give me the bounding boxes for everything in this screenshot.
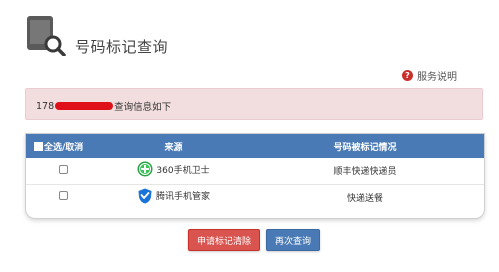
row-checkbox[interactable]	[59, 164, 68, 174]
phone-search-icon	[27, 16, 66, 56]
table-header-row: 全选/取消 来源 号码被标记情况	[26, 134, 484, 158]
status-header: 号码被标记情况	[333, 142, 397, 153]
table-row: 腾讯手机管家 快递送餐	[26, 184, 484, 210]
page-header: 号码标记查询	[25, 14, 325, 58]
source-name: 腾讯手机管家	[155, 192, 210, 203]
result-alert: 178 查询信息如下	[25, 88, 483, 120]
alert-text: 178 查询信息如下	[36, 99, 172, 114]
360-security-icon	[137, 161, 153, 177]
results-table: 全选/取消 来源 号码被标记情况 360手机卫士 顺丰快递快递员 腾讯手机管家 …	[25, 133, 485, 219]
help-link[interactable]: ? 服务说明	[402, 68, 457, 83]
select-all-checkbox[interactable]	[34, 141, 43, 151]
row-checkbox[interactable]	[59, 191, 68, 201]
table-row: 360手机卫士 顺丰快递快递员	[26, 158, 484, 184]
alert-message: 查询信息如下	[114, 102, 172, 113]
select-all-header[interactable]: 全选/取消	[26, 134, 101, 158]
help-label: 服务说明	[417, 72, 457, 83]
question-icon: ?	[402, 70, 413, 81]
source-name: 360手机卫士	[156, 165, 210, 176]
page-title: 号码标记查询	[75, 38, 169, 56]
tencent-manager-icon	[138, 188, 152, 204]
source-header: 来源	[164, 142, 183, 153]
request-clear-button[interactable]: 申请标记清除	[188, 229, 260, 251]
mark-status: 顺丰快递快递员	[333, 167, 397, 178]
phone-prefix: 178	[36, 100, 55, 112]
mark-status: 快递送餐	[346, 193, 383, 204]
redacted-number	[55, 102, 114, 110]
select-all-label: 全选/取消	[44, 142, 84, 153]
requery-button[interactable]: 再次查询	[266, 229, 320, 251]
